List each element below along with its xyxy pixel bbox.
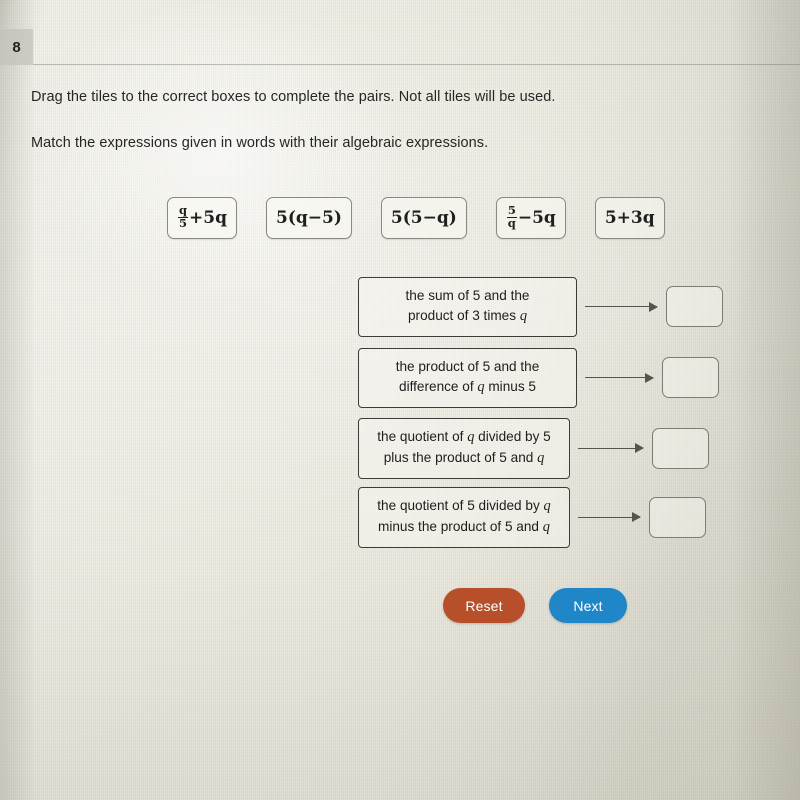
connector-arrow-icon xyxy=(578,512,641,523)
answer-dropbox-3[interactable] xyxy=(652,427,709,469)
arrow-head xyxy=(649,301,658,312)
photographed-worksheet-screen: 8 Drag the tiles to the correct boxes to… xyxy=(0,0,800,800)
answer-dropbox-4[interactable] xyxy=(649,496,706,538)
answer-dropbox-1[interactable] xyxy=(666,286,723,328)
variable-q: q xyxy=(542,518,550,535)
prompt-box: the product of 5 and the difference of q… xyxy=(358,348,577,408)
arrow-shaft xyxy=(578,447,643,450)
variable-q: q xyxy=(543,498,551,514)
arrow-shaft xyxy=(585,306,657,308)
prompt-line-1: the quotient of 5 divided by q xyxy=(377,498,551,514)
prompt-line-2: plus the product of 5 and q xyxy=(383,449,545,466)
prompt-line-2: product of 3 times q xyxy=(407,307,528,324)
prompt-line-1: the sum of 5 and the xyxy=(405,288,530,303)
variable-q: q xyxy=(477,378,485,395)
arrow-shaft xyxy=(578,516,640,519)
prompt-line-1: the product of 5 and the xyxy=(395,359,540,374)
arrow-head xyxy=(632,512,641,523)
variable-q: q xyxy=(467,429,475,445)
action-button-row: Reset Next xyxy=(443,588,627,623)
match-row: the quotient of 5 divided by q minus the… xyxy=(358,487,706,548)
match-row: the product of 5 and the difference of q… xyxy=(358,348,719,408)
reset-button[interactable]: Reset xyxy=(443,588,525,623)
connector-arrow-icon xyxy=(585,372,654,383)
next-button[interactable]: Next xyxy=(549,588,627,623)
prompt-line-2: minus the product of 5 and q xyxy=(378,518,550,535)
prompt-line-1: the quotient of q divided by 5 xyxy=(377,429,551,445)
connector-arrow-icon xyxy=(585,301,658,312)
match-row: the sum of 5 and the product of 3 times … xyxy=(358,277,723,337)
connector-arrow-icon xyxy=(578,443,644,454)
prompt-line-2: difference of q minus 5 xyxy=(399,378,536,395)
arrow-shaft xyxy=(585,377,653,379)
variable-q: q xyxy=(519,307,528,324)
arrow-head xyxy=(635,443,644,454)
answer-dropbox-2[interactable] xyxy=(662,357,719,399)
variable-q: q xyxy=(537,449,545,466)
matching-area: the sum of 5 and the product of 3 times … xyxy=(0,0,800,800)
prompt-box: the quotient of q divided by 5 plus the … xyxy=(358,418,570,479)
match-row: the quotient of q divided by 5 plus the … xyxy=(358,418,709,479)
arrow-head xyxy=(645,372,654,383)
prompt-box: the sum of 5 and the product of 3 times … xyxy=(358,277,577,337)
prompt-box: the quotient of 5 divided by q minus the… xyxy=(358,487,570,548)
